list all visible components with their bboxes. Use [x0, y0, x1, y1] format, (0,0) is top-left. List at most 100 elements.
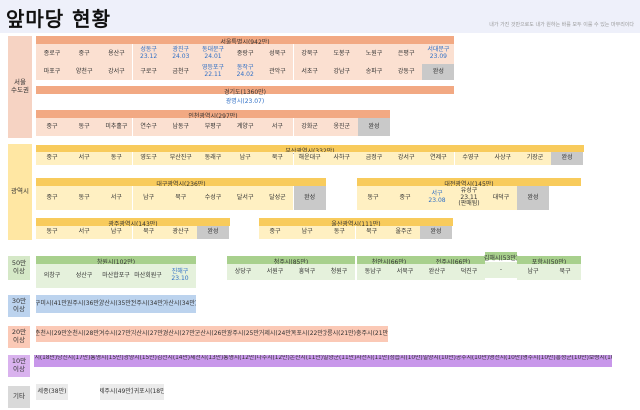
region-name: 중구: [46, 193, 58, 201]
region-date: 22.11: [204, 71, 222, 78]
region-name: 송파구: [365, 67, 383, 75]
region-name: 강서구: [397, 154, 415, 162]
section-label: 서울 수도권: [8, 36, 32, 138]
region-cell: 동구: [68, 186, 101, 210]
region-cell: 북구: [549, 264, 581, 280]
region-cell: 동구: [68, 118, 101, 136]
region-cell: 기장군: [519, 152, 551, 165]
region-name: 대덕구: [492, 193, 510, 201]
region-cell: 연수구: [132, 118, 165, 136]
region-name: 춘천시(29만): [36, 329, 68, 337]
region-date: 24.02: [236, 71, 254, 78]
region-cell: 남구: [229, 152, 262, 165]
region-cell: 서초구: [293, 64, 326, 80]
region-cell: 동남구: [357, 264, 389, 280]
region-name: 동구: [78, 193, 90, 201]
region-cell: 수영구: [454, 152, 487, 165]
section-label: 기타: [8, 386, 30, 408]
city-cell: 군산시(26만): [196, 326, 228, 342]
region-name: 완산구: [428, 267, 446, 275]
region-name: 남구: [239, 154, 251, 162]
region-cell: 사상구: [486, 152, 519, 165]
region-name: 부산진구: [169, 154, 192, 162]
region-name: 완성: [527, 193, 539, 201]
region-cell: 영도구: [132, 152, 165, 165]
region-name: 강북구: [301, 49, 318, 57]
region-name: 노원구: [365, 49, 383, 57]
city-cell: 강릉시(21만)충주시(21만): [324, 326, 388, 342]
region-cell: 완성: [420, 226, 452, 239]
region-name: 청원구: [330, 267, 348, 275]
region-name: 서구: [110, 193, 122, 201]
region-cell: 완성: [551, 152, 584, 165]
region-name: 강동구: [397, 67, 415, 75]
group-label: 경기도(1360만): [223, 89, 267, 96]
region-name: 수성구: [204, 193, 222, 201]
section-label: 50만 이상: [8, 256, 30, 280]
region-cell: 강북구: [293, 44, 326, 64]
region-cell: 도봉구: [325, 44, 358, 64]
region-name: 동구: [110, 154, 122, 162]
region-cell: 동구: [323, 226, 356, 239]
region-name: 북구: [175, 193, 187, 201]
region-cell: 남구: [291, 226, 324, 239]
region-cell: 완성: [293, 186, 326, 210]
region-cell: 완산구: [421, 264, 453, 280]
region-name: 해운대구: [298, 154, 321, 162]
region-cell: 송파구: [358, 64, 390, 80]
region-name: 서구: [271, 122, 283, 130]
city-cell: 구미시(41만): [36, 295, 68, 313]
region-name: 종로구: [43, 49, 61, 57]
city-cell: 서귀포시(18만): [132, 384, 164, 400]
region-name: 동구: [333, 228, 345, 236]
region-name: 동남구: [364, 267, 382, 275]
region-cell: 연제구: [422, 152, 455, 165]
region-cell: 광진구 24.03: [164, 44, 197, 64]
region-cell: 북구: [261, 152, 294, 165]
region-cell: 청원구: [323, 264, 355, 280]
region-cell: 관악구: [261, 64, 294, 80]
region-cell: -: [485, 262, 517, 278]
region-cell: 남구: [132, 186, 165, 210]
region-date: 24.03: [172, 53, 190, 60]
region-name: 남구: [110, 228, 122, 236]
region-cell: 사하구: [325, 152, 358, 165]
region-name: 구미시(41만): [36, 299, 68, 307]
region-cell: 울주군: [387, 226, 420, 239]
region-name: 마포구: [43, 67, 61, 75]
region-name: 완성: [207, 228, 219, 236]
region-name: 익산시(27만): [132, 329, 164, 337]
region-cell: 영등포구 22.11: [197, 64, 229, 80]
region-name: 북구: [143, 228, 155, 236]
region-cell: 완성: [358, 118, 390, 136]
region-name: 서북구: [396, 267, 414, 275]
region-name: 계양구: [236, 122, 254, 130]
region-name: 강화군: [301, 122, 318, 130]
city-cell: 순천시(28만): [68, 326, 100, 342]
city-cell: 제주시(49만): [100, 384, 132, 400]
region-cell: 구로구: [132, 64, 165, 80]
region-name: 금정구: [365, 154, 383, 162]
region-cell: 계양구: [229, 118, 262, 136]
region-name: 동구: [46, 228, 58, 236]
region-name: 달성군: [269, 193, 286, 201]
region-name: 서구: [78, 228, 90, 236]
region-name: 아산시(34만): [164, 299, 196, 307]
region-cell: 북구: [132, 226, 165, 239]
region-name: 은평구: [397, 49, 415, 57]
region-name: 광주시(25만): [228, 329, 260, 337]
city-cell: 원주시(36만): [68, 295, 100, 313]
region-cell: 서북구: [389, 264, 421, 280]
section-label: 20만 이상: [8, 326, 30, 348]
region-date: 23.11 (판매됨): [458, 193, 480, 208]
city-cell: 춘천시(29만): [36, 326, 68, 342]
section-label: 광역시: [8, 144, 32, 240]
region-name: 강남구: [333, 67, 351, 75]
region-name: 중구: [46, 122, 58, 130]
region-cell: 북구: [164, 186, 197, 210]
region-name: 서원구: [266, 267, 284, 275]
region-cell: 달성군: [261, 186, 294, 210]
city-cell: 아산시(34만): [164, 295, 196, 313]
region-cell: 중랑구: [229, 44, 262, 64]
region-cell: 부산진구: [164, 152, 197, 165]
